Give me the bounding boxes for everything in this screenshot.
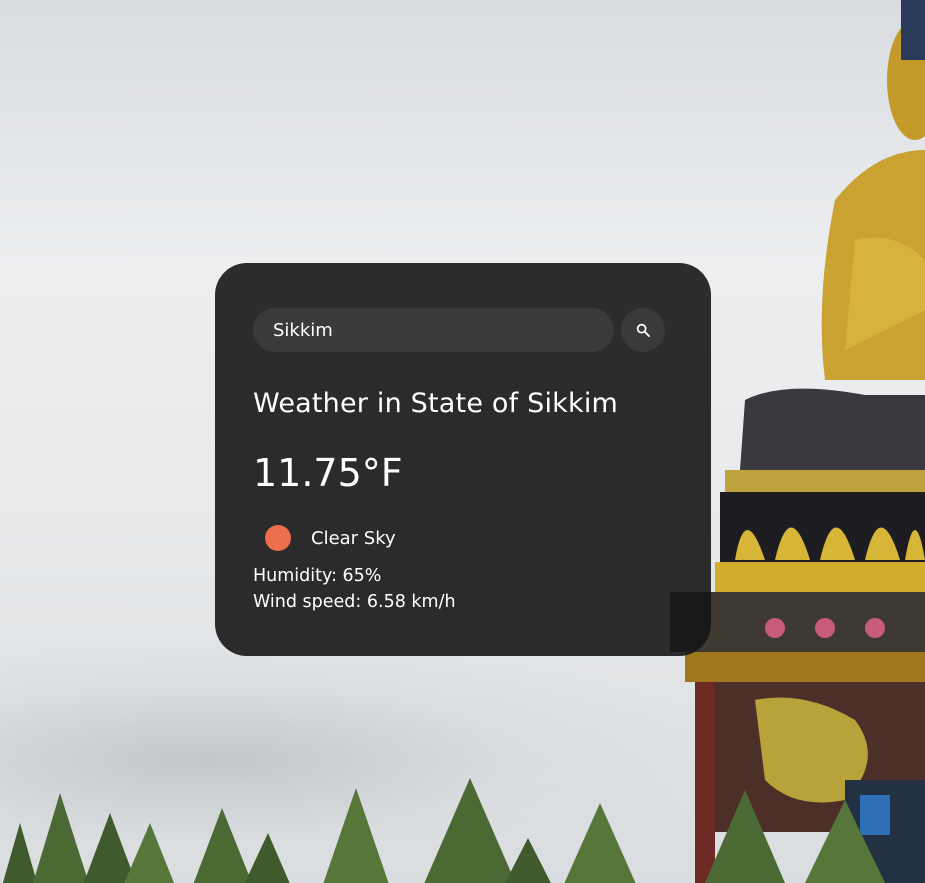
clear-sky-icon <box>265 525 291 551</box>
weather-card: Weather in State of Sikkim 11.75°F Clear… <box>215 263 711 656</box>
weather-details: Humidity: 65% Wind speed: 6.58 km/h <box>253 563 673 615</box>
wind-speed: Wind speed: 6.58 km/h <box>253 592 456 612</box>
search-bar <box>253 308 673 352</box>
search-input[interactable] <box>253 308 614 352</box>
pine-trees <box>2 778 636 883</box>
search-icon <box>636 323 650 337</box>
humidity: Humidity: 65% <box>253 566 382 586</box>
condition-row: Clear Sky <box>253 525 673 551</box>
search-button[interactable] <box>621 308 665 352</box>
weather-description: Clear Sky <box>311 527 396 549</box>
temperature: 11.75°F <box>253 451 403 495</box>
app-viewport: Weather in State of Sikkim 11.75°F Clear… <box>0 0 925 883</box>
city-heading: Weather in State of Sikkim <box>253 388 619 419</box>
